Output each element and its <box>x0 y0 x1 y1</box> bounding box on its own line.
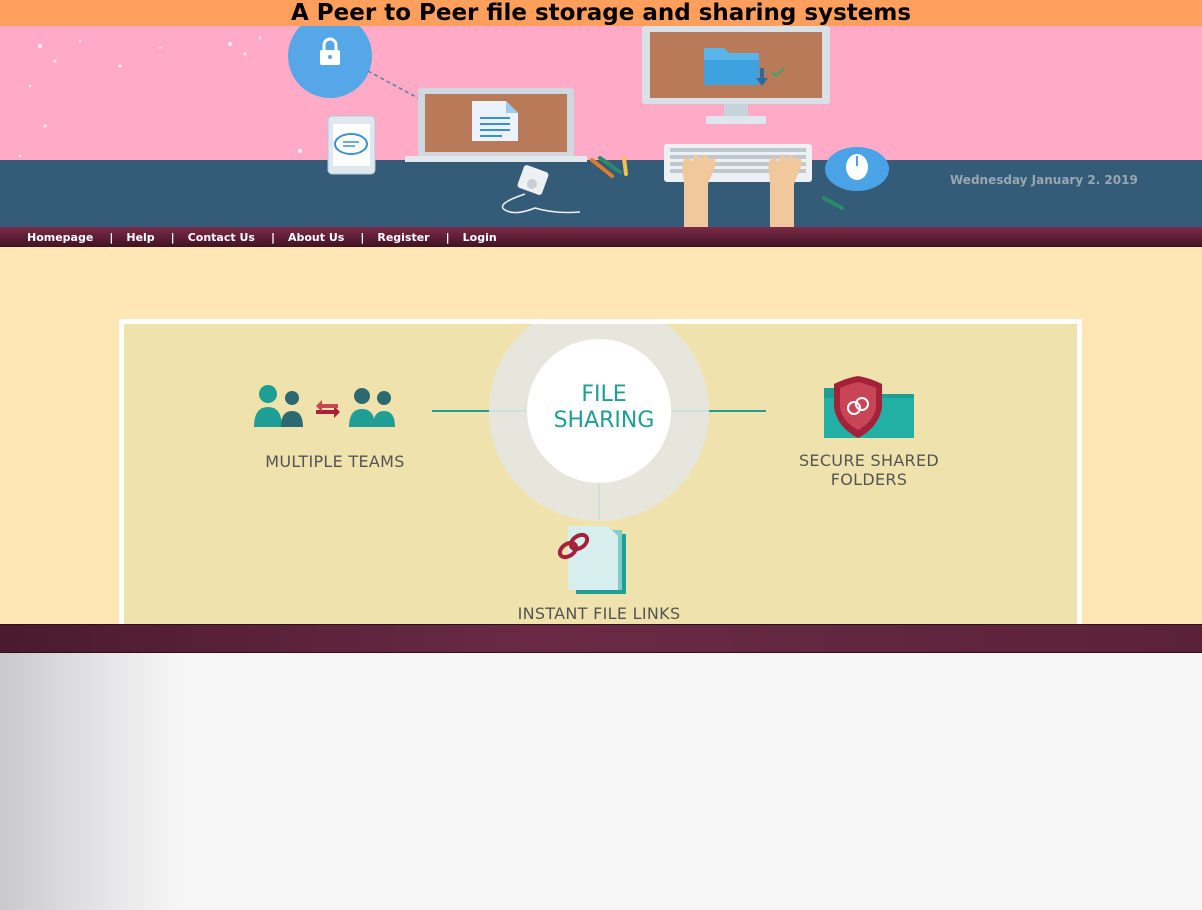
nav-separator: | <box>270 230 275 244</box>
file-sharing-graphic: FILE SHARING MULTIPLE TEAMS SECURE SHARE… <box>119 319 1082 624</box>
multiple-teams-label: MULTIPLE TEAMS <box>265 452 405 471</box>
main-content: FILE SHARING MULTIPLE TEAMS SECURE SHARE… <box>0 247 1202 624</box>
chat-bubble-icon <box>327 115 376 175</box>
footer-bar <box>0 624 1202 653</box>
nav-login[interactable]: Login <box>463 231 497 244</box>
nav-separator: | <box>170 230 175 244</box>
instant-file-links-label: INSTANT FILE LINKS <box>517 604 681 623</box>
secure-folders-label: SECURE SHARED FOLDERS <box>798 451 940 489</box>
main-nav: Homepage | Help | Contact Us | About Us … <box>0 227 1202 247</box>
nav-register[interactable]: Register <box>377 231 429 244</box>
nav-contact-us[interactable]: Contact Us <box>188 231 255 244</box>
nav-about-us[interactable]: About Us <box>288 231 344 244</box>
nav-homepage[interactable]: Homepage <box>27 231 93 244</box>
page-title: A Peer to Peer file storage and sharing … <box>0 0 1202 26</box>
current-date: Wednesday January 2. 2019 <box>950 173 1138 187</box>
nav-separator: | <box>109 230 114 244</box>
nav-separator: | <box>445 230 450 244</box>
nav-help[interactable]: Help <box>126 231 154 244</box>
folder-download-icon <box>642 26 830 124</box>
header-banner: Wednesday January 2. 2019 <box>0 26 1202 227</box>
lock-icon <box>288 26 372 98</box>
file-link-icon <box>557 526 626 594</box>
banner-illustration <box>18 26 889 227</box>
nav-separator: | <box>360 230 365 244</box>
mouse-icon <box>825 147 889 191</box>
shield-folder-icon <box>824 376 914 438</box>
hub-label: FILE SHARING <box>553 382 655 433</box>
exchange-arrows-icon <box>316 400 340 418</box>
document-icon <box>405 88 587 162</box>
